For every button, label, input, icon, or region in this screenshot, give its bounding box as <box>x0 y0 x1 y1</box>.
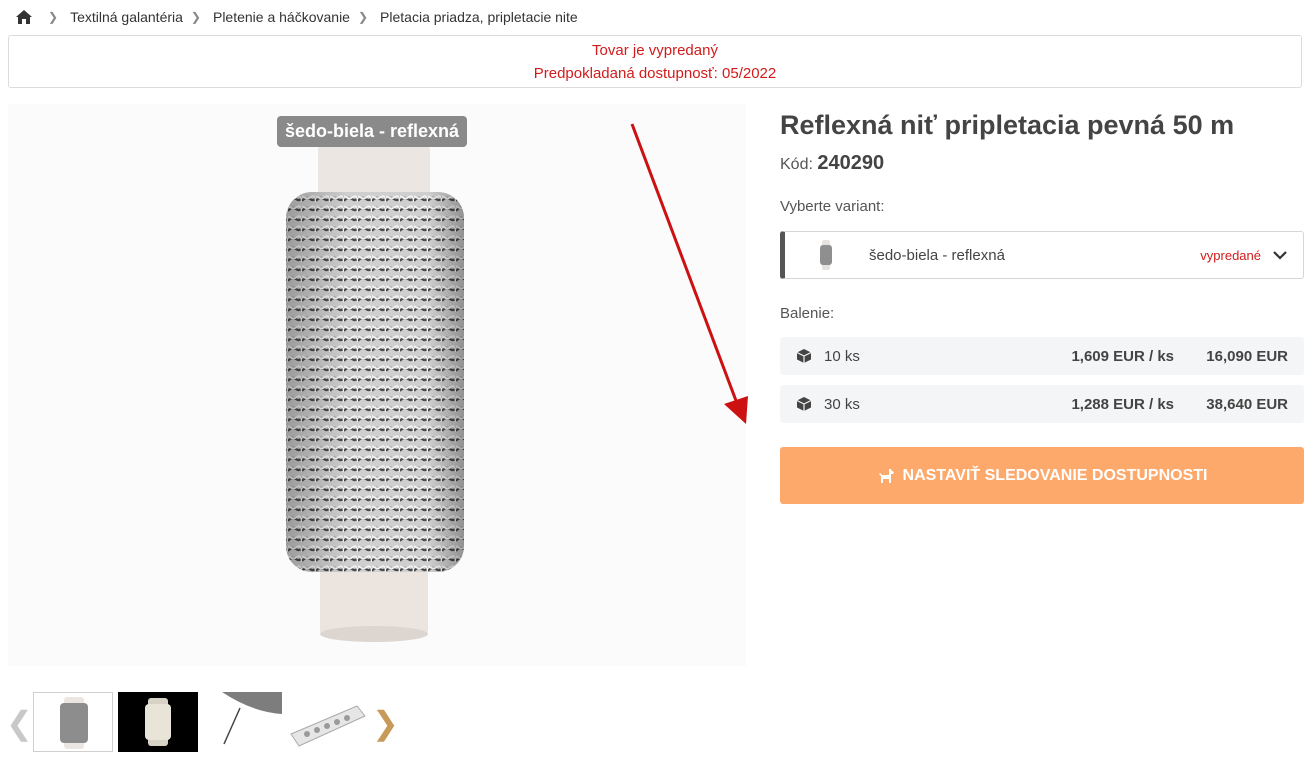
thumbnail-next-icon[interactable]: ❯ <box>372 707 399 739</box>
package-total-price: 38,640 EUR <box>1206 395 1288 413</box>
dog-icon <box>878 468 894 483</box>
annotation-arrow-icon <box>630 123 748 424</box>
packaging-label: Balenie: <box>780 305 835 322</box>
variant-label: Vyberte variant: <box>780 198 885 215</box>
package-unit-price: 1,288 EUR / ks <box>1071 395 1174 413</box>
breadcrumb-item-yarn[interactable]: Pletacia priadza, pripletacie nite <box>380 9 578 25</box>
expected-availability-text: Predpokladaná dostupnosť: 05/2022 <box>533 65 777 82</box>
availability-notice: Tovar je vypredaný Predpokladaná dostupn… <box>8 35 1302 88</box>
package-total-price: 16,090 EUR <box>1206 347 1288 365</box>
package-icon <box>796 349 812 363</box>
sold-out-text: Tovar je vypredaný <box>592 42 718 59</box>
variant-status-badge: vypredané <box>1200 247 1261 263</box>
chevron-right-icon: ❯ <box>48 10 59 24</box>
breadcrumb-item-knitting[interactable]: Pletenie a háčkovanie <box>213 9 350 25</box>
chevron-right-icon: ❯ <box>190 10 201 24</box>
product-code-value: 240290 <box>817 152 885 174</box>
breadcrumb-item-textile[interactable]: Textilná galantéria <box>70 9 183 25</box>
thumbnail-1[interactable] <box>33 692 113 752</box>
product-code: Kód: 240290 <box>780 152 884 175</box>
thumbnail-prev-icon[interactable]: ❮ <box>6 707 33 739</box>
chevron-down-icon[interactable] <box>1273 250 1287 260</box>
product-title: Reflexná niť pripletacia pevná 50 m <box>780 110 1235 140</box>
watch-availability-label: NASTAVIŤ SLEDOVANIE DOSTUPNOSTI <box>902 466 1208 484</box>
package-quantity: 30 ks <box>824 395 860 413</box>
thumbnail-4[interactable] <box>287 692 367 752</box>
chevron-right-icon: ❯ <box>357 10 369 24</box>
package-unit-price: 1,609 EUR / ks <box>1071 347 1174 365</box>
package-quantity: 10 ks <box>824 347 860 365</box>
selected-variant-name: šedo-biela - reflexná <box>869 246 1005 264</box>
package-option[interactable]: 10 ks 1,609 EUR / ks 16,090 EUR <box>780 337 1304 375</box>
variant-thumbnail <box>820 240 832 270</box>
home-icon[interactable] <box>16 10 32 24</box>
variant-select[interactable]: šedo-biela - reflexná vypredané <box>780 231 1304 279</box>
thumbnail-3[interactable] <box>202 692 282 752</box>
variant-tag: šedo-biela - reflexná <box>277 116 468 147</box>
package-option[interactable]: 30 ks 1,288 EUR / ks 38,640 EUR <box>780 385 1304 423</box>
package-icon <box>796 397 812 411</box>
watch-availability-button[interactable]: NASTAVIŤ SLEDOVANIE DOSTUPNOSTI <box>780 447 1304 504</box>
product-code-label: Kód: <box>780 156 813 173</box>
thumbnail-2[interactable] <box>118 692 198 752</box>
breadcrumb: ❯ Textilná galantéria ❯ Pletenie a háčko… <box>16 7 578 27</box>
